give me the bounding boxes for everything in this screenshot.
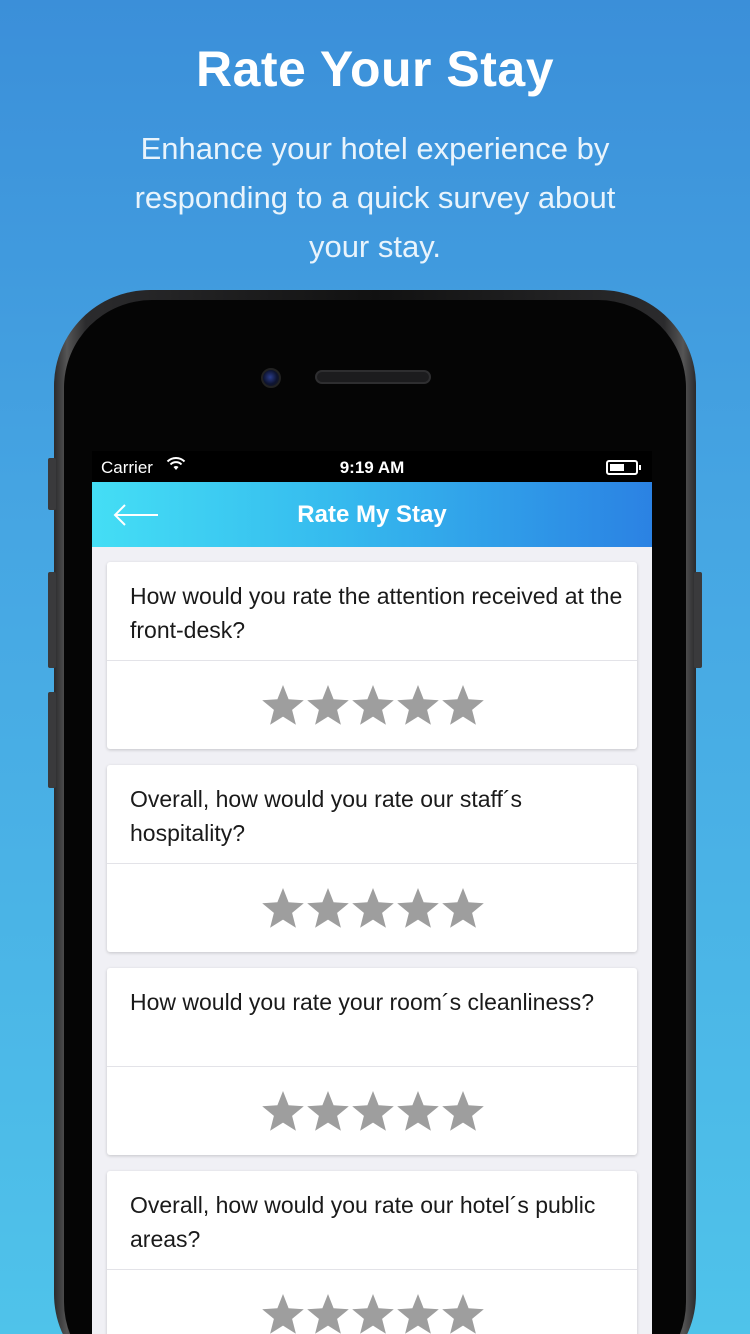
mute-switch (48, 458, 56, 510)
question-text: How would you rate the attention receive… (130, 583, 623, 643)
volume-down-button (48, 692, 56, 788)
star-rating (260, 682, 490, 730)
question-card: Overall, how would you rate our hotel´s … (107, 1171, 637, 1334)
question-text: How would you rate your room´s cleanline… (130, 989, 595, 1015)
power-button (694, 572, 702, 668)
star-icon[interactable] (395, 885, 440, 930)
front-camera (261, 368, 281, 388)
star-rating (260, 1088, 490, 1136)
volume-up-button (48, 572, 56, 668)
star-icon[interactable] (260, 1088, 305, 1133)
star-icon[interactable] (305, 1291, 350, 1334)
star-icon[interactable] (350, 1291, 395, 1334)
question-card: How would you rate your room´s cleanline… (107, 968, 637, 1155)
battery-icon (606, 460, 641, 475)
card-divider (107, 660, 637, 661)
card-divider (107, 1269, 637, 1270)
app-screen: Carrier 9:19 AM Rate My Stay How would y… (92, 451, 652, 1334)
star-icon[interactable] (305, 1088, 350, 1133)
star-rating (260, 1291, 490, 1334)
nav-title: Rate My Stay (297, 501, 447, 528)
star-icon[interactable] (440, 1291, 485, 1334)
status-time: 9:19 AM (339, 458, 405, 477)
card-divider (107, 1066, 637, 1067)
star-icon[interactable] (305, 682, 350, 727)
hero-title: Rate Your Stay (195, 41, 555, 97)
star-icon[interactable] (260, 885, 305, 930)
star-icon[interactable] (350, 885, 395, 930)
star-icon[interactable] (395, 1291, 440, 1334)
star-icon[interactable] (350, 1088, 395, 1133)
star-rating (260, 885, 490, 933)
star-icon[interactable] (260, 1291, 305, 1334)
star-icon[interactable] (395, 1088, 440, 1133)
question-card: Overall, how would you rate our staff´s … (107, 765, 637, 952)
star-icon[interactable] (305, 885, 350, 930)
star-icon[interactable] (440, 1088, 485, 1133)
star-icon[interactable] (440, 885, 485, 930)
star-icon[interactable] (440, 682, 485, 727)
question-text: Overall, how would you rate our hotel´s … (130, 1192, 596, 1252)
hero-subtitle: Enhance your hotel experience by respond… (134, 131, 616, 264)
card-divider (107, 863, 637, 864)
star-icon[interactable] (395, 682, 440, 727)
earpiece-speaker (315, 370, 431, 384)
status-bar: Carrier 9:19 AM (92, 451, 652, 482)
star-icon[interactable] (260, 682, 305, 727)
question-card: How would you rate the attention receive… (107, 562, 637, 749)
question-text: Overall, how would you rate our staff´s … (130, 786, 523, 846)
star-icon[interactable] (350, 682, 395, 727)
nav-bar: Rate My Stay (92, 482, 652, 547)
